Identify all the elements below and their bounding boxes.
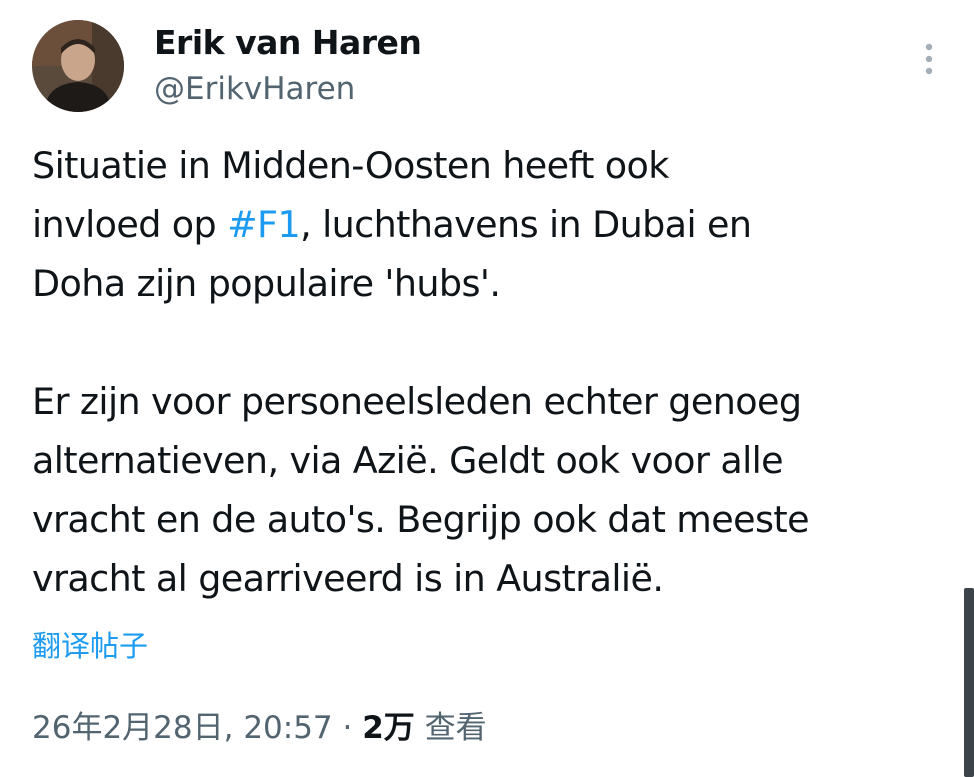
- tweet-line: invloed op #F1, luchthavens in Dubai en: [32, 195, 962, 254]
- hashtag-link[interactable]: #F1: [227, 203, 301, 246]
- translate-post-link[interactable]: 翻译帖子: [32, 624, 148, 668]
- author-name[interactable]: Erik van Haren: [154, 22, 422, 64]
- tweet-line-text: invloed op: [32, 203, 228, 246]
- tweet-line: Er zijn voor personeelsleden echter geno…: [32, 380, 802, 423]
- tweet-line: Doha zijn populaire 'hubs'.: [32, 262, 501, 305]
- views-count: 2万: [362, 710, 415, 746]
- timestamp[interactable]: 26年2月28日, 20:57: [32, 710, 333, 746]
- tweet-line: alternatieven, via Azië. Geldt ook voor …: [32, 439, 784, 482]
- tweet-line: vracht en de auto's. Begrijp ook dat mee…: [32, 498, 810, 541]
- tweet-meta: 26年2月28日, 20:57 · 2万 查看: [32, 704, 487, 752]
- tweet-text: Situatie in Midden-Oosten heeft ook invl…: [32, 136, 962, 608]
- scrollbar[interactable]: [964, 588, 974, 777]
- avatar[interactable]: [32, 20, 124, 112]
- more-vertical-icon[interactable]: [912, 38, 946, 80]
- meta-separator: ·: [332, 710, 363, 746]
- author-handle[interactable]: @ErikvHaren: [154, 68, 355, 110]
- tweet-line: Situatie in Midden-Oosten heeft ook: [32, 144, 669, 187]
- tweet-line: vracht al gearriveerd is in Australië.: [32, 557, 664, 600]
- profile-photo: [32, 20, 124, 112]
- views-label: 查看: [414, 710, 487, 746]
- tweet-line-text: , luchthavens in Dubai en: [300, 203, 752, 246]
